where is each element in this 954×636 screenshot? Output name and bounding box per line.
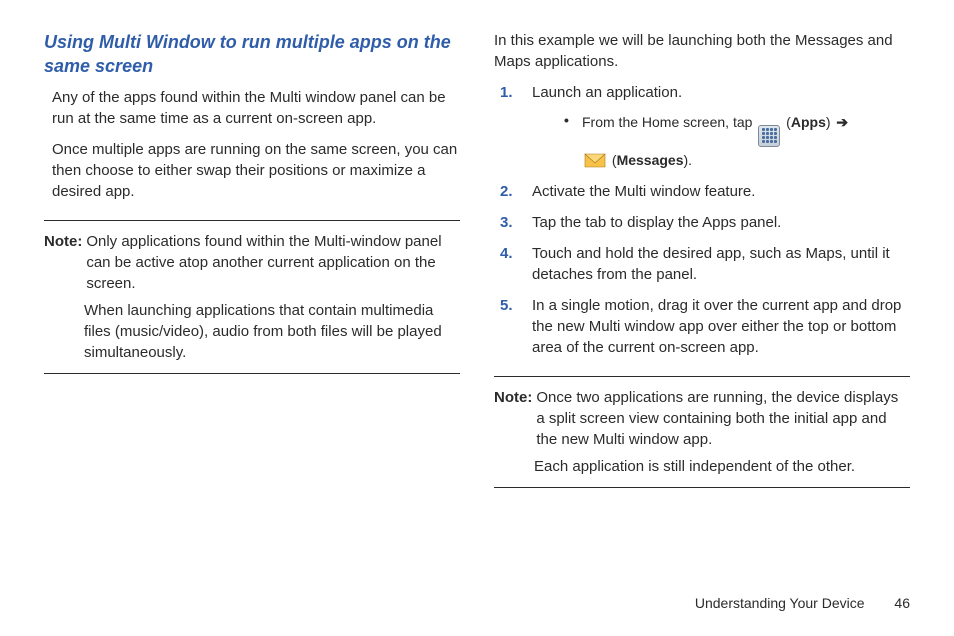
two-column-layout: Using Multi Window to run multiple apps … bbox=[44, 30, 910, 488]
apps-grid-icon bbox=[758, 125, 780, 147]
body-paragraph: Any of the apps found within the Multi w… bbox=[44, 87, 460, 129]
note-text: Once two applications are running, the d… bbox=[532, 387, 910, 450]
note-box: Note: Only applications found within the… bbox=[44, 220, 460, 374]
footer-section-title: Understanding Your Device bbox=[695, 595, 865, 611]
list-item: 5. In a single motion, drag it over the … bbox=[494, 295, 910, 358]
note-row: Note: Only applications found within the… bbox=[44, 231, 460, 294]
messages-envelope-icon bbox=[584, 151, 606, 169]
left-column: Using Multi Window to run multiple apps … bbox=[44, 30, 460, 488]
note-row: Note: Once two applications are running,… bbox=[494, 387, 910, 450]
ordered-steps: 1. Launch an application. • From the Hom… bbox=[494, 82, 910, 358]
note-box: Note: Once two applications are running,… bbox=[494, 376, 910, 488]
note-continuation: When launching applications that contain… bbox=[44, 300, 460, 363]
bullet-icon: • bbox=[564, 111, 582, 147]
body-paragraph: In this example we will be launching bot… bbox=[494, 30, 910, 72]
page-number: 46 bbox=[894, 595, 910, 611]
list-item: 4. Touch and hold the desired app, such … bbox=[494, 243, 910, 285]
step-body: Launch an application. • From the Home s… bbox=[532, 82, 910, 171]
step-text: Activate the Multi window feature. bbox=[532, 181, 910, 202]
page-footer: Understanding Your Device 46 bbox=[695, 594, 910, 614]
body-paragraph: Once multiple apps are running on the sa… bbox=[44, 139, 460, 202]
arrow-icon: ➔ bbox=[836, 114, 848, 130]
step-text: Launch an application. bbox=[532, 84, 682, 101]
step-text: Touch and hold the desired app, such as … bbox=[532, 243, 910, 285]
note-text: Only applications found within the Multi… bbox=[82, 231, 460, 294]
sub-step: • From the Home screen, tap (Apps) ➔ bbox=[564, 111, 910, 147]
note-label: Note: bbox=[494, 387, 532, 450]
messages-label: Messages bbox=[617, 152, 684, 168]
note-continuation: Each application is still independent of… bbox=[494, 456, 910, 477]
list-item: 2. Activate the Multi window feature. bbox=[494, 181, 910, 202]
apps-label: Apps bbox=[791, 114, 826, 130]
sub-step-body: From the Home screen, tap (Apps) ➔ bbox=[582, 111, 910, 147]
note-label: Note: bbox=[44, 231, 82, 294]
step-text: In a single motion, drag it over the cur… bbox=[532, 295, 910, 358]
step-number: 4. bbox=[494, 243, 532, 285]
step-text: Tap the tab to display the Apps panel. bbox=[532, 212, 910, 233]
step-number: 2. bbox=[494, 181, 532, 202]
sub-step-text: From the Home screen, tap bbox=[582, 114, 752, 130]
list-item: 1. Launch an application. • From the Hom… bbox=[494, 82, 910, 171]
step-number: 5. bbox=[494, 295, 532, 358]
step-number: 1. bbox=[494, 82, 532, 171]
list-item: 3. Tap the tab to display the Apps panel… bbox=[494, 212, 910, 233]
document-page: Using Multi Window to run multiple apps … bbox=[0, 0, 954, 636]
section-heading: Using Multi Window to run multiple apps … bbox=[44, 30, 460, 79]
step-number: 3. bbox=[494, 212, 532, 233]
right-column: In this example we will be launching bot… bbox=[494, 30, 910, 488]
sub-step-continuation: (Messages). bbox=[582, 149, 910, 171]
